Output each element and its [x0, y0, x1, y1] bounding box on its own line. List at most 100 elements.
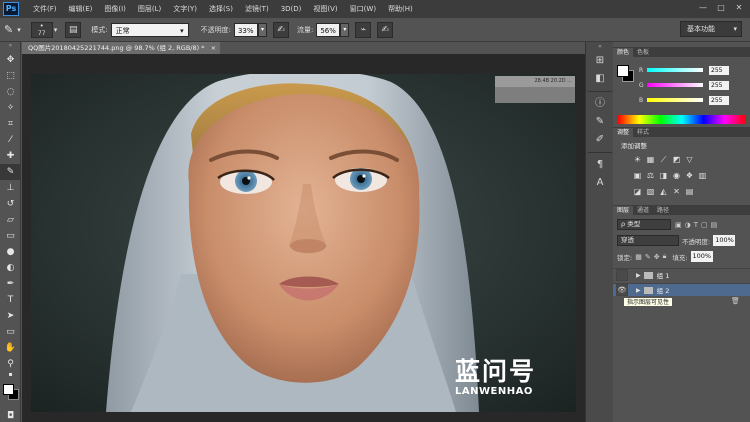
zoom-tool-icon[interactable]: ⚲: [0, 356, 21, 372]
delete-layer-icon[interactable]: 🗑︎: [731, 297, 740, 305]
expand-triangle-icon[interactable]: ▶: [636, 272, 641, 279]
layer-row-group-1[interactable]: ▶ 组 1: [613, 268, 750, 281]
exposure-icon[interactable]: ◩: [672, 155, 681, 164]
lock-all-icon[interactable]: 🔒︎: [663, 252, 667, 261]
menu-view[interactable]: 视图(V): [307, 4, 343, 14]
gradient-map-icon[interactable]: ▤: [685, 187, 694, 196]
pressure-size-button[interactable]: ✍: [377, 21, 394, 38]
shape-tool-icon[interactable]: ▭: [0, 324, 21, 340]
threshold-icon[interactable]: ◭: [659, 187, 668, 196]
move-tool-icon[interactable]: ✥: [0, 52, 21, 68]
red-slider[interactable]: [647, 68, 703, 72]
minimize-button[interactable]: —: [696, 2, 710, 14]
blue-slider[interactable]: [647, 98, 703, 102]
menu-type[interactable]: 文字(Y): [167, 4, 203, 14]
menu-window[interactable]: 窗口(W): [344, 4, 382, 14]
tab-paths[interactable]: 路径: [653, 206, 673, 215]
brightness-contrast-icon[interactable]: ☀: [633, 155, 642, 164]
black-white-icon[interactable]: ◨: [659, 171, 668, 180]
pressure-opacity-button[interactable]: ✍: [272, 21, 289, 38]
paragraph-panel-icon[interactable]: ¶: [586, 156, 614, 174]
fill-input[interactable]: 100%: [690, 251, 713, 262]
color-lookup-icon[interactable]: ▥: [698, 171, 707, 180]
blue-value-input[interactable]: 255: [709, 95, 729, 105]
levels-icon[interactable]: ▦: [646, 155, 655, 164]
blur-tool-icon[interactable]: ●: [0, 244, 21, 260]
airbrush-button[interactable]: ⌁: [355, 21, 372, 38]
color-panel-foreground-swatch[interactable]: [617, 65, 629, 77]
tool-preset-chevron-icon[interactable]: ▾: [17, 26, 21, 34]
posterize-icon[interactable]: ▧: [646, 187, 655, 196]
vibrance-icon[interactable]: ▽: [685, 155, 694, 164]
type-tool-icon[interactable]: T: [0, 292, 21, 308]
opacity-slider-chevron-icon[interactable]: ▾: [257, 22, 267, 37]
invert-icon[interactable]: ◪: [633, 187, 642, 196]
brush-panel-toggle-button[interactable]: ▤: [65, 21, 82, 38]
healing-brush-tool-icon[interactable]: ✚: [0, 148, 21, 164]
maximize-button[interactable]: □: [714, 2, 728, 14]
menu-layer[interactable]: 图层(L): [132, 4, 167, 14]
filter-type-icon[interactable]: T: [694, 221, 698, 229]
tab-layers[interactable]: 图层: [613, 206, 634, 215]
dock-collapse-icon[interactable]: «: [586, 42, 614, 52]
menu-select[interactable]: 选择(S): [203, 4, 239, 14]
workspace-select[interactable]: 基本功能 ▾: [680, 21, 742, 37]
menu-edit[interactable]: 编辑(E): [63, 4, 99, 14]
visibility-eye-icon[interactable]: 👁︎: [616, 284, 628, 296]
toolbar-collapse-icon[interactable]: »: [0, 42, 21, 52]
brush-picker-chevron-icon[interactable]: ▾: [54, 26, 58, 34]
eraser-tool-icon[interactable]: ▱: [0, 212, 21, 228]
history-panel-icon[interactable]: ⊞: [586, 52, 614, 70]
clone-stamp-tool-icon[interactable]: ⊥: [0, 180, 21, 196]
hue-saturation-icon[interactable]: ▣: [633, 171, 642, 180]
green-slider[interactable]: [647, 83, 703, 87]
layer-filter-select[interactable]: ρ 类型: [617, 219, 671, 230]
properties-panel-icon[interactable]: ◧: [586, 70, 614, 88]
tab-channels[interactable]: 通道: [633, 206, 653, 215]
color-spectrum-bar[interactable]: [618, 115, 746, 124]
layer-opacity-input[interactable]: 100%: [713, 235, 736, 246]
menu-image[interactable]: 图像(I): [98, 4, 132, 14]
expand-triangle-icon[interactable]: ▶: [636, 287, 641, 294]
menu-file[interactable]: 文件(F): [27, 4, 63, 14]
lasso-tool-icon[interactable]: ◌: [0, 84, 21, 100]
close-button[interactable]: ✕: [732, 2, 746, 14]
tab-color[interactable]: 颜色: [613, 48, 634, 57]
red-value-input[interactable]: 255: [709, 65, 729, 75]
menu-help[interactable]: 帮助(H): [382, 4, 419, 14]
brush-panel-icon[interactable]: ✐: [586, 131, 614, 149]
color-balance-icon[interactable]: ⚖: [646, 171, 655, 180]
dodge-tool-icon[interactable]: ◐: [0, 260, 21, 276]
tab-adjustments[interactable]: 调整: [613, 128, 634, 137]
image-canvas[interactable]: 蓝问号 LANWENHAO: [31, 74, 576, 412]
layer-row-group-2[interactable]: 👁︎ ▶ 组 2: [613, 283, 750, 296]
crop-tool-icon[interactable]: ⌗: [0, 116, 21, 132]
mode-select[interactable]: 正常 ▾: [110, 22, 189, 37]
lock-transparent-icon[interactable]: ▦: [635, 253, 642, 261]
curves-icon[interactable]: ⟋: [659, 155, 668, 164]
menu-filter[interactable]: 滤镜(T): [239, 4, 275, 14]
document-tab[interactable]: QQ图片20180425221744.png @ 98.7% (组 2, RGB…: [22, 42, 220, 54]
filter-smart-object-icon[interactable]: ▤: [711, 221, 718, 229]
foreground-color-swatch[interactable]: [3, 384, 14, 395]
photo-filter-icon[interactable]: ◉: [672, 171, 681, 180]
hand-tool-icon[interactable]: ✋: [0, 340, 21, 356]
character-panel-icon[interactable]: A: [586, 174, 614, 192]
filter-adjustment-icon[interactable]: ◑: [685, 221, 691, 229]
green-value-input[interactable]: 255: [709, 80, 729, 90]
brush-presets-icon[interactable]: ✎: [586, 113, 614, 131]
flow-input[interactable]: 56%: [316, 22, 341, 37]
info-panel-icon[interactable]: ⓘ: [586, 95, 614, 113]
channel-mixer-icon[interactable]: ❖: [685, 171, 694, 180]
visibility-toggle-empty[interactable]: [616, 269, 628, 281]
marquee-tool-icon[interactable]: ⬚: [0, 68, 21, 84]
brush-tool-icon[interactable]: ✎: [4, 23, 13, 36]
brush-size-picker[interactable]: • 77: [30, 21, 53, 38]
eyedropper-tool-icon[interactable]: ⁄: [0, 132, 21, 148]
history-brush-tool-icon[interactable]: ↺: [0, 196, 21, 212]
menu-3d[interactable]: 3D(D): [275, 5, 308, 13]
blend-mode-select[interactable]: 穿透: [617, 235, 679, 246]
lock-position-icon[interactable]: ✥: [654, 253, 660, 261]
filter-shape-icon[interactable]: ▢: [701, 221, 708, 229]
tab-swatches[interactable]: 色板: [633, 48, 653, 57]
